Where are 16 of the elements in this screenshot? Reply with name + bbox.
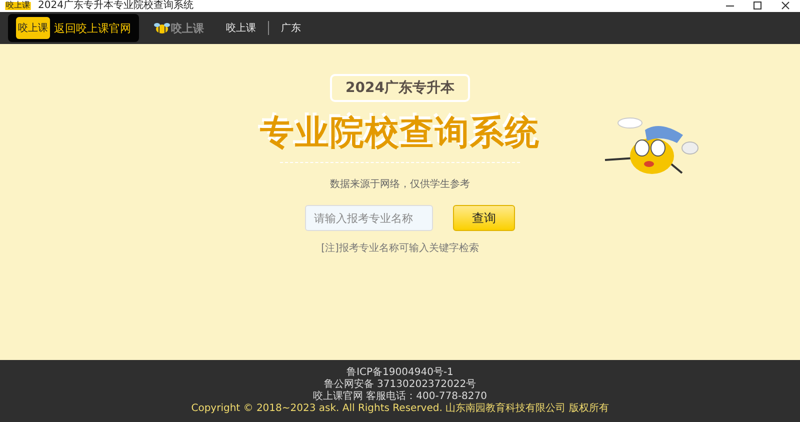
search-field[interactable]: 请输入报考专业名称 — [305, 205, 433, 231]
search-button[interactable]: 查询 — [453, 205, 515, 231]
footer-text: 鲁公网安备 37130202372022号 — [324, 379, 476, 390]
search-note: [注]报考专业名称可输入关键字检索 — [321, 242, 479, 255]
hero-title: 专业院校查询系统 — [260, 112, 540, 155]
back-to-site-button[interactable]: 咬上课 返回咬上课官网 — [8, 14, 139, 42]
footer-text: 咬上课官网 客服电话：400-778-8270 — [312, 391, 488, 402]
footer-text: 鲁ICP备19004940号-1 — [346, 367, 454, 378]
subtitle: 数据来源于网络，仅供学生参考 — [330, 178, 470, 191]
bee-icon — [153, 22, 171, 34]
app-icon: 咬上课 — [5, 2, 31, 10]
copyright-text: Copyright © 2018~2023 ask. All Rights Reserved. 山东南园教育科技有限公司 版权所有 — [191, 403, 609, 415]
year-badge: 2024广东专升本 — [330, 74, 470, 102]
nav-link[interactable]: 广东 — [281, 21, 301, 35]
nav-link[interactable]: 咬上课 — [226, 21, 256, 35]
logo-text: 咬上课 — [171, 20, 204, 36]
